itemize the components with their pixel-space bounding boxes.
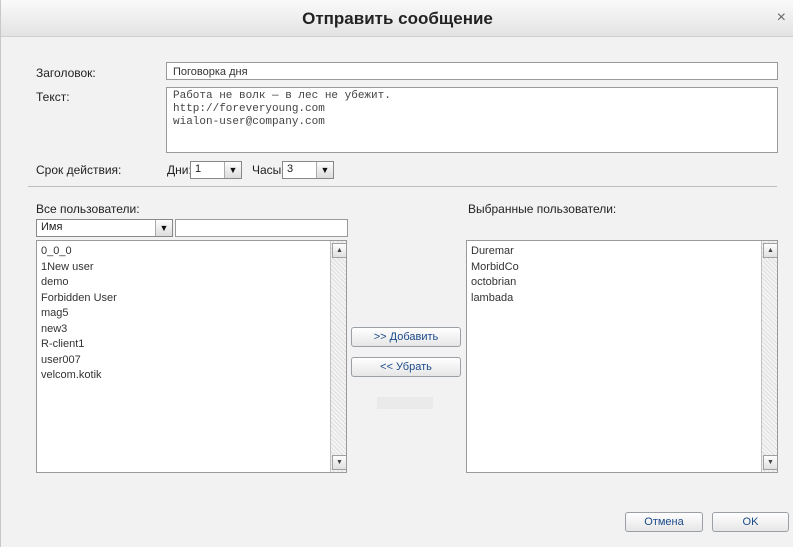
- all-users-list[interactable]: 0_0_0 1New user demo Forbidden User mag5 new3…: [36, 240, 347, 473]
- list-item[interactable]: Duremar: [471, 244, 519, 260]
- selected-users-scrollbar[interactable]: ▲ ▼: [761, 241, 777, 472]
- hours-select[interactable]: 3 ▼: [282, 161, 334, 179]
- send-message-dialog: Отправить сообщение × Заголовок: Поговор…: [0, 0, 793, 547]
- selected-users-items: Duremar MorbidCo octobrian lambada: [471, 244, 519, 306]
- days-select-value: 1: [195, 163, 202, 175]
- list-item[interactable]: R-client1: [41, 337, 117, 353]
- list-item[interactable]: Forbidden User: [41, 291, 117, 307]
- add-user-button[interactable]: >> Добавить: [351, 327, 461, 347]
- chevron-down-icon[interactable]: ▼: [155, 220, 172, 236]
- dialog-title: Отправить сообщение: [302, 9, 493, 28]
- list-item[interactable]: user007: [41, 353, 117, 369]
- selected-users-list[interactable]: Duremar MorbidCo octobrian lambada ▲ ▼: [466, 240, 778, 473]
- list-item[interactable]: lambada: [471, 291, 519, 307]
- text-textarea[interactable]: Работа не волк — в лес не убежит. http:/…: [166, 87, 778, 153]
- filter-field-value: Имя: [41, 221, 63, 233]
- remove-user-button[interactable]: << Убрать: [351, 357, 461, 377]
- all-users-scrollbar[interactable]: ▲ ▼: [330, 241, 346, 472]
- filter-field-select[interactable]: Имя ▼: [36, 219, 173, 237]
- chevron-down-icon[interactable]: ▼: [224, 162, 241, 178]
- list-item[interactable]: octobrian: [471, 275, 519, 291]
- selected-users-label: Выбранные пользователи:: [468, 202, 617, 216]
- list-item[interactable]: velcom.kotik: [41, 368, 117, 384]
- all-users-items: 0_0_0 1New user demo Forbidden User mag5 new3…: [41, 244, 117, 384]
- scroll-down-icon[interactable]: ▼: [332, 455, 346, 470]
- close-icon[interactable]: ×: [777, 10, 786, 26]
- list-item[interactable]: 1New user: [41, 260, 117, 276]
- list-item[interactable]: mag5: [41, 306, 117, 322]
- list-item[interactable]: demo: [41, 275, 117, 291]
- scroll-down-icon[interactable]: ▼: [763, 455, 777, 470]
- hours-select-value: 3: [287, 163, 294, 175]
- validity-label: Срок действия:: [36, 163, 122, 177]
- dialog-titlebar: Отправить сообщение ×: [1, 0, 793, 37]
- list-item[interactable]: MorbidCo: [471, 260, 519, 276]
- filter-input[interactable]: [175, 219, 348, 237]
- disabled-placeholder: [377, 397, 433, 409]
- list-item[interactable]: new3: [41, 322, 117, 338]
- list-item[interactable]: 0_0_0: [41, 244, 117, 260]
- days-select[interactable]: 1 ▼: [190, 161, 242, 179]
- text-label: Текст:: [36, 90, 70, 104]
- ok-button[interactable]: OK: [712, 512, 789, 532]
- cancel-button[interactable]: Отмена: [625, 512, 703, 532]
- days-label: Дни:: [167, 163, 192, 177]
- header-input[interactable]: Поговорка дня: [166, 62, 778, 80]
- scroll-up-icon[interactable]: ▲: [332, 243, 346, 258]
- chevron-down-icon[interactable]: ▼: [316, 162, 333, 178]
- hours-label: Часы:: [252, 163, 285, 177]
- all-users-label: Все пользователи:: [36, 202, 140, 216]
- scroll-up-icon[interactable]: ▲: [763, 243, 777, 258]
- header-label: Заголовок:: [36, 66, 96, 80]
- section-divider: [28, 186, 777, 187]
